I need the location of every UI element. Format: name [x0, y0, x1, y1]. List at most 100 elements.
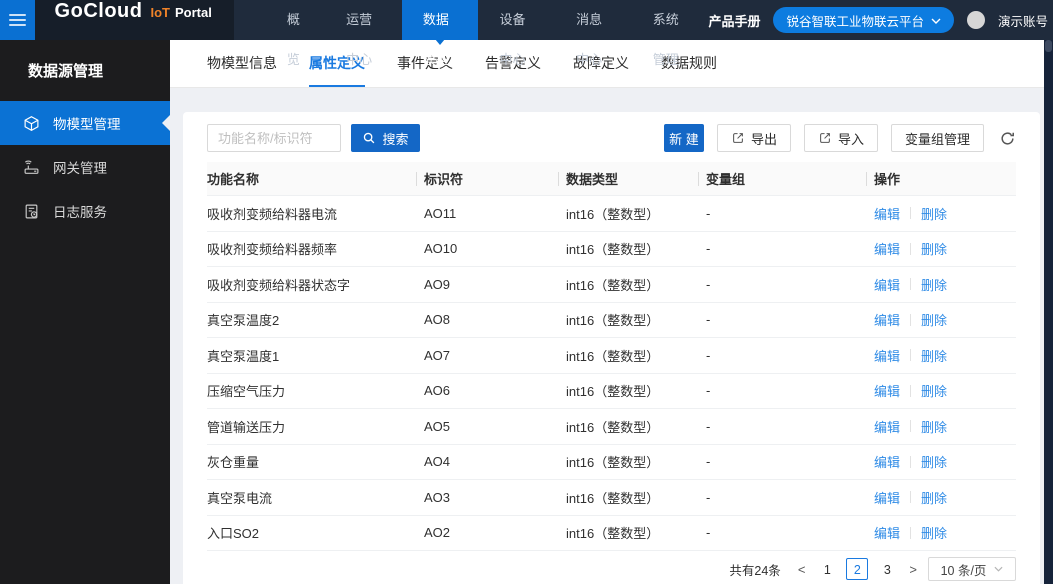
- sidebar-item[interactable]: 物模型管理: [0, 101, 170, 145]
- delete-link[interactable]: 删除: [921, 488, 947, 507]
- delete-link[interactable]: 删除: [921, 346, 947, 365]
- product-manual-link[interactable]: 产品手册: [708, 11, 760, 30]
- top-nav-item[interactable]: 设备中心: [485, 0, 548, 67]
- cell-datatype: int16（整数型）: [566, 419, 660, 435]
- chevron-down-icon: [931, 18, 941, 24]
- link-divider: [910, 384, 912, 397]
- edit-link[interactable]: 编辑: [874, 204, 900, 223]
- edit-link[interactable]: 编辑: [874, 488, 900, 507]
- sidebar-item[interactable]: 网关管理: [0, 145, 170, 189]
- cell-datatype: int16（整数型）: [566, 455, 660, 471]
- edit-link[interactable]: 编辑: [874, 310, 900, 329]
- delete-link[interactable]: 删除: [921, 523, 947, 542]
- pagination-total: 共有24条: [729, 563, 781, 578]
- link-divider: [910, 242, 912, 255]
- top-nav-item[interactable]: 消息中心: [562, 0, 625, 67]
- cell-group: -: [706, 489, 711, 505]
- new-button-label: 新 建: [669, 131, 699, 147]
- link-divider: [910, 420, 912, 433]
- sidebar-title: 数据源管理: [28, 63, 104, 80]
- page-number[interactable]: 3: [876, 558, 898, 580]
- platform-selector[interactable]: 锐谷智联工业物联云平台: [773, 7, 954, 33]
- cell-datatype: int16（整数型）: [566, 206, 660, 222]
- tab-bar: 物模型信息属性定义事件定义告警定义故障定义数据规则: [170, 40, 1044, 88]
- edit-link[interactable]: 编辑: [874, 239, 900, 258]
- cell-datatype: int16（整数型）: [566, 490, 660, 506]
- edit-link[interactable]: 编辑: [874, 523, 900, 542]
- cell-datatype: int16（整数型）: [566, 348, 660, 364]
- top-bar: GoCloud IoT Portal 概览 运营中心 数据模型 设备中心 消息中心 系统管…: [0, 0, 1053, 67]
- cell-group: -: [706, 525, 711, 541]
- page-size-label: 10 条/页: [940, 563, 987, 578]
- edit-link[interactable]: 编辑: [874, 275, 900, 294]
- table-row: 吸收剂变频给料器状态字 AO9 int16（整数型） - 编辑 删除: [207, 267, 1016, 303]
- page-number[interactable]: 2: [846, 558, 869, 580]
- new-button[interactable]: 新 建: [663, 124, 704, 152]
- cell-group: -: [706, 418, 711, 434]
- table-row: 真空泵温度2 AO8 int16（整数型） - 编辑 删除: [207, 303, 1016, 338]
- delete-link[interactable]: 删除: [921, 417, 947, 436]
- cell-datatype: int16（整数型）: [566, 384, 660, 400]
- cell-datatype: int16（整数型）: [566, 277, 660, 293]
- table-row: 真空泵温度1 AO7 int16（整数型） - 编辑 删除: [207, 338, 1016, 374]
- properties-table: 功能名称 标识符 数据类型 变量组 操作 吸收剂变频给料器电流 AO11 int16…: [207, 162, 1016, 551]
- tab[interactable]: 物模型信息: [207, 40, 277, 87]
- delete-link[interactable]: 删除: [921, 310, 947, 329]
- cell-identifier: AO4: [424, 454, 451, 470]
- export-button[interactable]: 导出: [716, 124, 791, 152]
- search-button-label: 搜索: [382, 131, 409, 147]
- delete-link[interactable]: 删除: [921, 275, 947, 294]
- delete-link[interactable]: 删除: [921, 239, 947, 258]
- top-nav-item[interactable]: 数据模型: [401, 0, 479, 67]
- platform-selector-label: 锐谷智联工业物联云平台: [786, 14, 924, 29]
- page-number[interactable]: 1: [816, 558, 838, 580]
- scrollbar-thumb[interactable]: [1045, 40, 1052, 52]
- sidebar-item-label: 日志服务: [53, 205, 107, 220]
- search-button[interactable]: 搜索: [351, 124, 420, 152]
- prev-page-icon[interactable]: <: [795, 562, 809, 577]
- top-nav: 概览 运营中心 数据模型 设备中心 消息中心 系统管理: [266, 0, 709, 67]
- page-size-select[interactable]: 10 条/页: [928, 557, 1016, 581]
- delete-link[interactable]: 删除: [921, 381, 947, 400]
- cell-group: -: [706, 347, 711, 363]
- edit-link[interactable]: 编辑: [874, 417, 900, 436]
- table-row: 吸收剂变频给料器电流 AO11 int16（整数型） - 编辑 删除: [207, 196, 1016, 232]
- variable-group-button-label: 变量组管理: [904, 131, 970, 147]
- search-input[interactable]: [207, 124, 341, 152]
- import-button[interactable]: 导入: [803, 124, 878, 152]
- refresh-icon[interactable]: [998, 129, 1016, 147]
- top-nav-item[interactable]: 系统管理: [639, 0, 702, 67]
- cell-operations: 编辑 删除: [866, 346, 1016, 365]
- link-divider: [910, 207, 912, 220]
- logo-portal: Portal: [174, 5, 212, 20]
- top-nav-item[interactable]: 概览: [273, 0, 318, 67]
- avatar[interactable]: [966, 11, 985, 29]
- link-divider: [910, 313, 912, 326]
- next-page-icon[interactable]: >: [906, 562, 920, 577]
- cell-name: 真空泵温度2: [207, 313, 280, 329]
- cell-name: 吸收剂变频给料器频率: [207, 242, 338, 258]
- variable-group-button[interactable]: 变量组管理: [890, 124, 984, 152]
- top-nav-item[interactable]: 运营中心: [332, 0, 395, 67]
- account-name[interactable]: 演示账号: [998, 11, 1048, 30]
- edit-link[interactable]: 编辑: [874, 381, 900, 400]
- edit-link[interactable]: 编辑: [874, 452, 900, 471]
- cell-operations: 编辑 删除: [866, 488, 1016, 507]
- sidebar-item-label: 物模型管理: [53, 117, 121, 132]
- sidebar-item-label: 网关管理: [53, 161, 107, 176]
- delete-link[interactable]: 删除: [921, 204, 947, 223]
- cube-icon: [22, 114, 40, 132]
- scrollbar-track[interactable]: [1044, 40, 1053, 584]
- cell-operations: 编辑 删除: [866, 239, 1016, 258]
- cell-group: -: [706, 383, 711, 399]
- sidebar-item[interactable]: 日志服务: [0, 189, 170, 233]
- edit-link[interactable]: 编辑: [874, 346, 900, 365]
- cell-name: 真空泵温度1: [207, 348, 280, 364]
- cell-identifier: AO11: [424, 205, 457, 221]
- table-row: 管道输送压力 AO5 int16（整数型） - 编辑 删除: [207, 409, 1016, 445]
- hamburger-menu-icon[interactable]: [0, 0, 35, 40]
- delete-link[interactable]: 删除: [921, 452, 947, 471]
- link-divider: [910, 455, 912, 468]
- cell-identifier: AO9: [424, 276, 451, 292]
- cell-group: -: [706, 276, 711, 292]
